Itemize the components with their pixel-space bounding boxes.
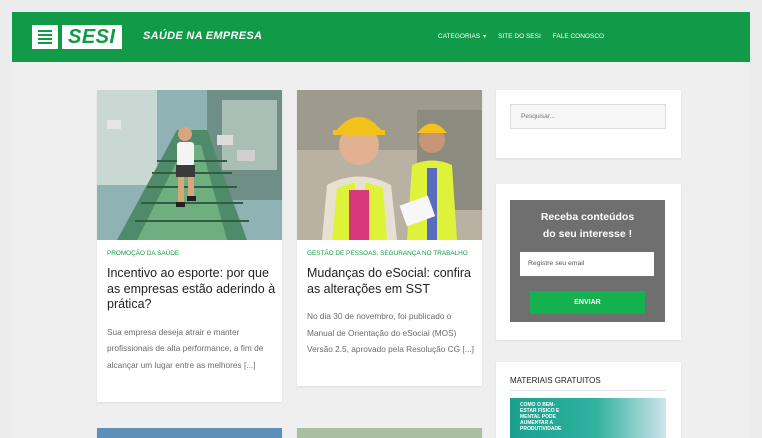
- post-body: GESTÃO DE PESSOAS, SEGURANÇA NO TRABALHO…: [307, 250, 477, 358]
- nav-fale-conosco[interactable]: FALE CONOSCO: [553, 33, 604, 40]
- post-category[interactable]: PROMOÇÃO DA SAÚDE: [107, 250, 277, 257]
- search-input[interactable]: Pesquisar...: [510, 104, 666, 129]
- sesi-logo[interactable]: SESI: [32, 24, 122, 50]
- post-thumbnail-workers[interactable]: [297, 90, 482, 240]
- newsletter-widget: Receba conteúdos do seu interesse ! Regi…: [496, 184, 681, 340]
- newsletter-box: Receba conteúdos do seu interesse ! Regi…: [510, 200, 665, 322]
- nav-site-do-sesi[interactable]: SITE DO SESI: [498, 33, 541, 40]
- post-excerpt: Sua empresa deseja atrair e manter profi…: [107, 326, 264, 370]
- nav-fale-conosco-label: FALE CONOSCO: [552, 33, 605, 40]
- main-nav: CATEGORIAS ▾ SITE DO SESI FALE CONOSCO: [438, 33, 616, 40]
- material-thumbnail-text: COMO O BEM-ESTAR FÍSICO E MENTAL PODE AU…: [520, 402, 562, 432]
- materials-heading: MATERIAIS GRATUITOS: [510, 376, 666, 391]
- newsletter-title-line1: Receba conteúdos: [540, 211, 635, 223]
- site-header: SESI SAÚDE NA EMPRESA CATEGORIAS ▾ SITE …: [12, 12, 750, 62]
- chevron-down-icon: ▾: [483, 34, 487, 40]
- logo-emblem-icon: [32, 25, 58, 49]
- material-thumbnail[interactable]: COMO O BEM-ESTAR FÍSICO E MENTAL PODE AU…: [510, 398, 666, 438]
- post-category[interactable]: GESTÃO DE PESSOAS, SEGURANÇA NO TRABALHO: [307, 250, 477, 257]
- newsletter-submit-button[interactable]: ENVIAR: [530, 291, 645, 314]
- post-body: PROMOÇÃO DA SAÚDE Incentivo ao esporte: …: [107, 250, 277, 373]
- newsletter-title: Receba conteúdos do seu interesse !: [510, 209, 665, 243]
- site-tagline: SAÚDE NA EMPRESA: [143, 30, 263, 42]
- logo-text: SESI: [62, 25, 122, 49]
- post-card[interactable]: GESTÃO DE PESSOAS, SEGURANÇA NO TRABALHO…: [297, 90, 482, 386]
- nav-categorias[interactable]: CATEGORIAS ▾: [438, 33, 486, 40]
- post-card[interactable]: PROMOÇÃO DA SAÚDE Incentivo ao esporte: …: [97, 90, 282, 402]
- page: SESI SAÚDE NA EMPRESA CATEGORIAS ▾ SITE …: [12, 12, 750, 438]
- nav-site-do-sesi-label: SITE DO SESI: [498, 33, 541, 40]
- post-card-next[interactable]: [97, 428, 282, 438]
- search-widget: Pesquisar...: [496, 90, 681, 158]
- newsletter-title-line2: do seu interesse !: [542, 228, 633, 240]
- post-card-next[interactable]: [297, 428, 482, 438]
- nav-categorias-label: CATEGORIAS: [438, 33, 481, 40]
- materials-widget: MATERIAIS GRATUITOS COMO O BEM-ESTAR FÍS…: [496, 362, 681, 438]
- post-title[interactable]: Mudanças do eSocial: confira as alteraçõ…: [307, 266, 477, 297]
- post-title[interactable]: Incentivo ao esporte: por que as empresa…: [107, 266, 277, 313]
- post-excerpt: No dia 30 de novembro, foi publicado o M…: [307, 311, 474, 354]
- post-thumbnail-runner[interactable]: [97, 90, 282, 240]
- newsletter-email-input[interactable]: Registre seu email: [520, 252, 654, 276]
